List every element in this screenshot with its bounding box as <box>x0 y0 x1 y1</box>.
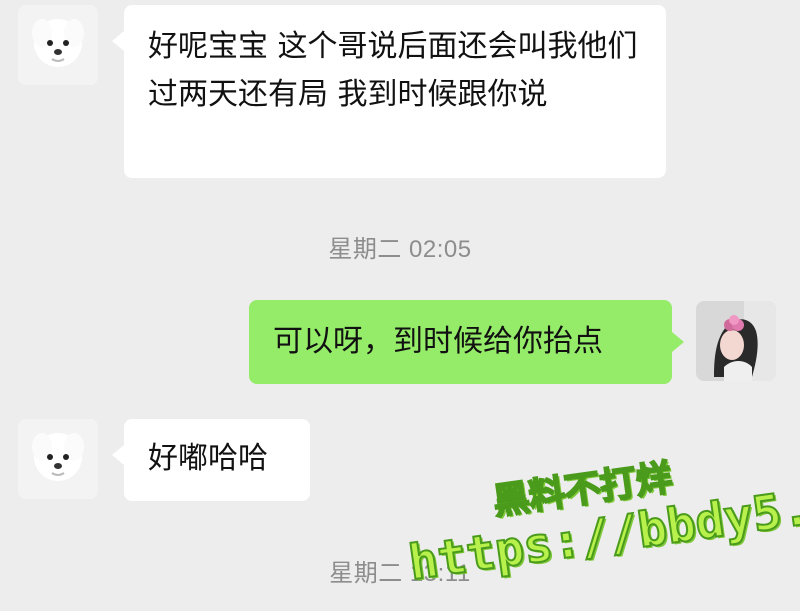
contact-avatar-top[interactable] <box>18 5 98 85</box>
outgoing-message-1[interactable]: 可以呀，到时候给你抬点 <box>249 300 684 384</box>
incoming-message-2-text: 好嘟哈哈 <box>148 441 268 476</box>
white-puppy-avatar-icon-secondary <box>18 419 98 499</box>
incoming-message-1[interactable]: 好呢宝宝 这个哥说后面还会叫我他们过两天还有局 我到时候跟你说 <box>112 5 666 178</box>
incoming-message-1-text: 好呢宝宝 这个哥说后面还会叫我他们过两天还有局 我到时候跟你说 <box>148 29 638 112</box>
timestamp-1: 星期二 02:05 <box>328 236 472 263</box>
timestamp-2: 星期二 13:11 <box>329 560 471 587</box>
girl-portrait-avatar-icon <box>696 301 776 381</box>
white-puppy-avatar-icon <box>18 5 98 85</box>
my-avatar[interactable] <box>696 301 776 381</box>
incoming-message-2[interactable]: 好嘟哈哈 <box>112 419 310 501</box>
watermark-line-1: 黑料不打烊 <box>490 456 676 524</box>
outgoing-message-1-text: 可以呀，到时候给你抬点 <box>273 324 603 359</box>
contact-avatar-bottom[interactable] <box>18 419 98 499</box>
